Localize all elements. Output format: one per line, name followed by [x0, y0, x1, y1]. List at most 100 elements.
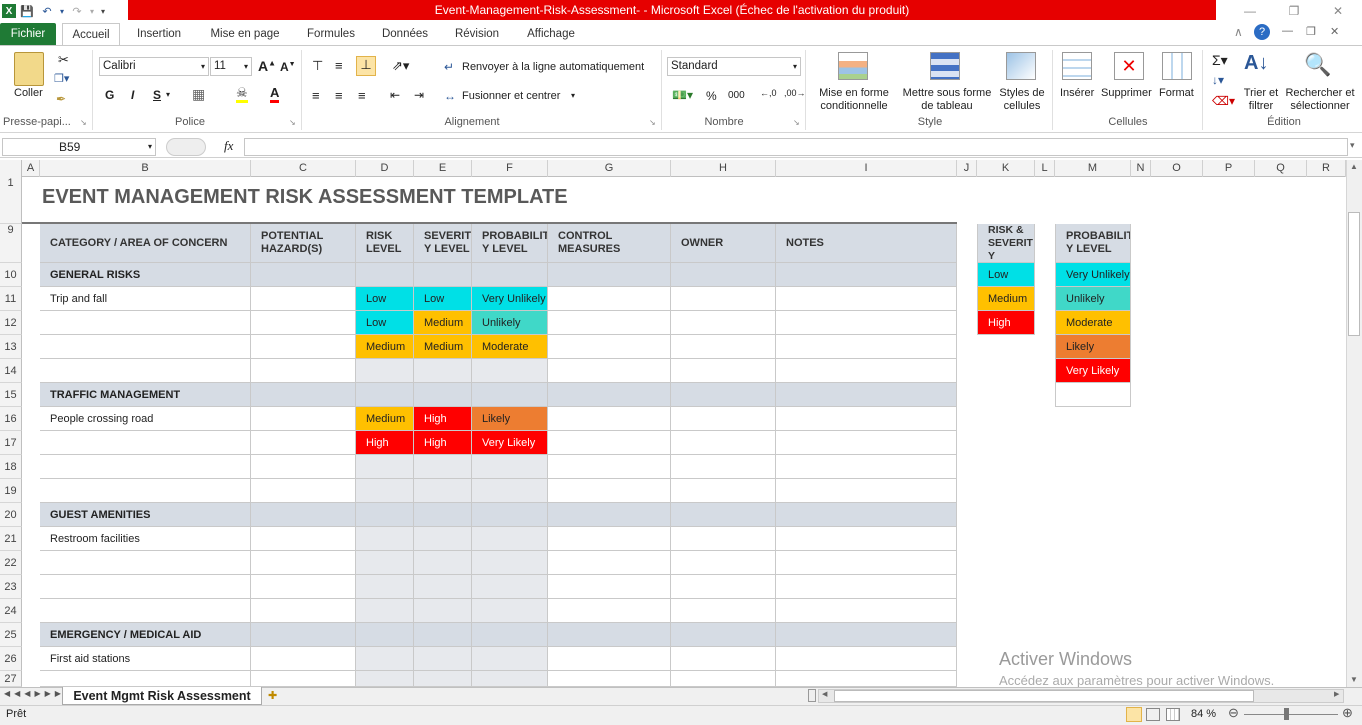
- column-header-h[interactable]: H: [671, 160, 776, 177]
- scroll-left-icon[interactable]: ◀: [822, 690, 827, 698]
- column-header-p[interactable]: P: [1203, 160, 1255, 177]
- table-cell[interactable]: [251, 335, 356, 359]
- category-row-cell[interactable]: [414, 503, 472, 527]
- risk-level-cell[interactable]: [356, 479, 414, 503]
- category-row-cell[interactable]: [472, 383, 548, 407]
- fill-icon[interactable]: ↓▾: [1212, 73, 1224, 87]
- table-cell[interactable]: [671, 527, 776, 551]
- table-cell[interactable]: [776, 287, 957, 311]
- format-as-table-icon[interactable]: [930, 52, 960, 80]
- undo-dropdown-icon[interactable]: ▾: [58, 2, 66, 20]
- table-cell[interactable]: [548, 647, 671, 671]
- category-row-cell[interactable]: [472, 503, 548, 527]
- column-header-f[interactable]: F: [472, 160, 548, 177]
- table-cell[interactable]: [671, 335, 776, 359]
- row-header[interactable]: 26: [0, 647, 22, 671]
- cut-icon[interactable]: ✂: [58, 52, 69, 68]
- delete-cells-icon[interactable]: ✕: [1114, 52, 1144, 80]
- risk-level-cell[interactable]: [356, 647, 414, 671]
- tab-data[interactable]: Données: [374, 23, 436, 45]
- probability-level-cell[interactable]: Moderate: [472, 335, 548, 359]
- number-launcher-icon[interactable]: ↘: [793, 118, 800, 127]
- severity-level-cell[interactable]: [414, 599, 472, 623]
- probability-level-cell[interactable]: [472, 527, 548, 551]
- row-header[interactable]: 18: [0, 455, 22, 479]
- category-row-cell[interactable]: [472, 623, 548, 647]
- table-cell[interactable]: [776, 479, 957, 503]
- column-header-d[interactable]: D: [356, 160, 414, 177]
- row-header[interactable]: 9: [0, 224, 22, 263]
- area-cell[interactable]: [40, 551, 251, 575]
- area-cell[interactable]: [40, 671, 251, 687]
- category-heading[interactable]: TRAFFIC MANAGEMENT: [40, 383, 251, 407]
- vertical-scroll-thumb[interactable]: [1348, 212, 1360, 336]
- category-row-cell[interactable]: [356, 263, 414, 287]
- row-header[interactable]: 24: [0, 599, 22, 623]
- page-break-view-icon[interactable]: [1166, 708, 1180, 721]
- column-header-c[interactable]: C: [251, 160, 356, 177]
- severity-level-cell[interactable]: [414, 359, 472, 383]
- severity-level-cell[interactable]: [414, 479, 472, 503]
- probability-level-cell[interactable]: Likely: [472, 407, 548, 431]
- table-cell[interactable]: [671, 647, 776, 671]
- italic-button[interactable]: I: [131, 88, 134, 102]
- align-middle-icon[interactable]: ≡: [335, 58, 343, 73]
- align-center-icon[interactable]: ≡: [335, 88, 343, 103]
- probability-level-cell[interactable]: [472, 647, 548, 671]
- format-button[interactable]: Format: [1159, 87, 1194, 99]
- table-cell[interactable]: [671, 599, 776, 623]
- severity-level-cell[interactable]: High: [414, 431, 472, 455]
- category-row-cell[interactable]: [414, 263, 472, 287]
- wrap-text-icon[interactable]: ↵: [444, 60, 454, 74]
- table-cell[interactable]: [251, 359, 356, 383]
- table-cell[interactable]: [776, 551, 957, 575]
- risk-level-cell[interactable]: [356, 527, 414, 551]
- area-cell[interactable]: [40, 311, 251, 335]
- column-header-e[interactable]: E: [414, 160, 472, 177]
- normal-view-icon[interactable]: [1126, 707, 1142, 722]
- column-header-a[interactable]: A: [22, 160, 40, 177]
- area-cell[interactable]: Restroom facilities: [40, 527, 251, 551]
- column-header-i[interactable]: I: [776, 160, 957, 177]
- probability-level-cell[interactable]: [472, 575, 548, 599]
- category-heading[interactable]: GENERAL RISKS: [40, 263, 251, 287]
- table-cell[interactable]: [548, 455, 671, 479]
- row-header[interactable]: 15: [0, 383, 22, 407]
- row-header[interactable]: 20: [0, 503, 22, 527]
- tab-page-layout[interactable]: Mise en page: [202, 23, 288, 45]
- decrease-decimal-icon[interactable]: ,00→: [784, 88, 806, 98]
- table-cell[interactable]: [251, 671, 356, 687]
- merge-dropdown-icon[interactable]: ▾: [571, 91, 575, 100]
- table-cell[interactable]: [548, 431, 671, 455]
- doc-close-icon[interactable]: ✕: [1330, 25, 1339, 38]
- help-icon[interactable]: ?: [1254, 24, 1270, 40]
- table-cell[interactable]: [671, 551, 776, 575]
- table-cell[interactable]: [548, 359, 671, 383]
- risk-level-cell[interactable]: Medium: [356, 335, 414, 359]
- column-header-b[interactable]: B: [40, 160, 251, 177]
- table-cell[interactable]: [251, 575, 356, 599]
- category-row-cell[interactable]: [548, 503, 671, 527]
- find-select-button[interactable]: Rechercher et sélectionner: [1284, 87, 1356, 113]
- table-cell[interactable]: [251, 647, 356, 671]
- severity-level-cell[interactable]: [414, 647, 472, 671]
- table-cell[interactable]: [776, 647, 957, 671]
- merge-center-icon[interactable]: ↔: [444, 89, 456, 103]
- align-left-icon[interactable]: ≡: [312, 88, 320, 103]
- risk-level-cell[interactable]: Low: [356, 287, 414, 311]
- severity-level-cell[interactable]: [414, 671, 472, 687]
- doc-minimize-icon[interactable]: —: [1282, 25, 1293, 37]
- probability-level-cell[interactable]: Very Likely: [472, 431, 548, 455]
- table-cell[interactable]: [776, 599, 957, 623]
- table-cell[interactable]: [671, 479, 776, 503]
- category-row-cell[interactable]: [414, 623, 472, 647]
- align-right-icon[interactable]: ≡: [358, 88, 366, 103]
- column-header-r[interactable]: R: [1307, 160, 1346, 177]
- table-cell[interactable]: [776, 359, 957, 383]
- merge-center-button[interactable]: Fusionner et centrer: [462, 90, 560, 102]
- insert-button[interactable]: Insérer: [1060, 87, 1094, 99]
- row-header[interactable]: 22: [0, 551, 22, 575]
- table-cell[interactable]: [548, 527, 671, 551]
- table-cell[interactable]: [548, 335, 671, 359]
- table-cell[interactable]: [671, 287, 776, 311]
